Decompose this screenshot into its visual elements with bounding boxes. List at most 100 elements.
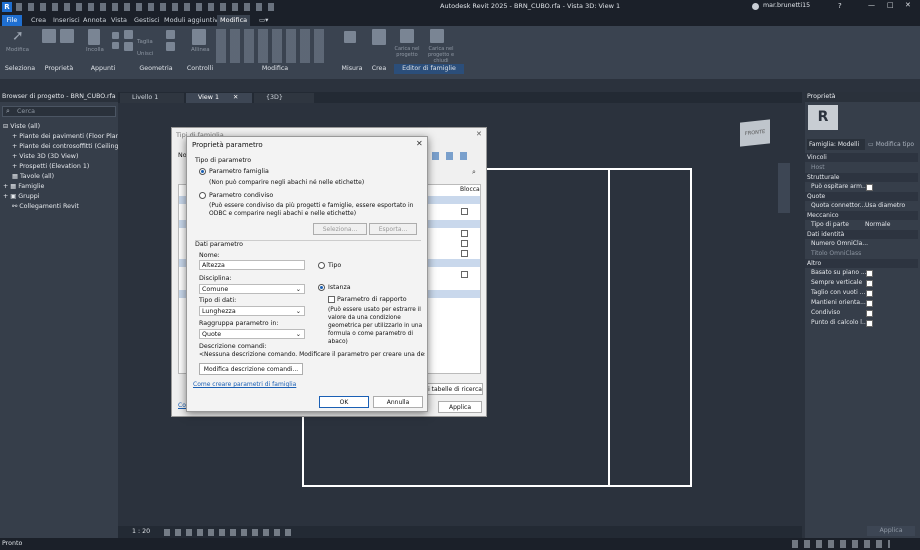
load-project-label[interactable]: Carica nel progetto: [393, 46, 421, 58]
tab-moduli[interactable]: Moduli aggiuntivi: [161, 15, 223, 26]
navigation-bar[interactable]: [778, 163, 790, 213]
close-tab-icon[interactable]: ✕: [233, 94, 238, 101]
type-properties-icon[interactable]: [60, 29, 74, 43]
row-sempre-verticale[interactable]: Sempre verticale: [805, 278, 918, 288]
tree-viste-3d[interactable]: + Viste 3D (3D View): [12, 152, 78, 162]
geometry-icon-3[interactable]: [166, 30, 175, 39]
user-icon[interactable]: [752, 3, 759, 10]
instance-radio[interactable]: [318, 284, 325, 291]
section-meccanico[interactable]: Meccanico: [805, 211, 918, 220]
ospitare-checkbox[interactable]: [866, 184, 873, 191]
tree-viste[interactable]: ⊟ Viste (all): [3, 122, 40, 132]
instance-radio-label[interactable]: Istanza: [328, 284, 351, 291]
name-input[interactable]: Altezza: [199, 260, 305, 270]
cut-icon[interactable]: [112, 32, 119, 39]
load-close-label[interactable]: Carica nel progetto e chiudi: [422, 46, 460, 64]
section-vincoli[interactable]: Vincoli: [805, 153, 918, 162]
tab-vista[interactable]: Vista: [108, 15, 130, 26]
row-basato-piano[interactable]: Basato su piano ...: [805, 268, 918, 278]
tree-collegamenti[interactable]: ⚯ Collegamenti Revit: [12, 202, 79, 212]
row-ospitare[interactable]: Può ospitare arm...: [805, 182, 918, 192]
basato-piano-checkbox[interactable]: [866, 270, 873, 277]
properties-apply-button[interactable]: Applica: [867, 526, 915, 536]
type-radio[interactable]: [318, 262, 325, 269]
properties-icon[interactable]: [42, 29, 56, 43]
mantieni-orienta-checkbox[interactable]: [866, 300, 873, 307]
minimize-icon[interactable]: —: [868, 1, 875, 9]
section-dati-identita[interactable]: Dati identità: [805, 230, 918, 239]
create-icon[interactable]: [372, 29, 386, 45]
tree-famiglie[interactable]: + ▦ Famiglie: [3, 182, 44, 192]
lock-checkbox-3[interactable]: [461, 240, 468, 247]
tab-crea[interactable]: Crea: [28, 15, 49, 26]
selection-filter-icons[interactable]: [792, 540, 890, 548]
shared-param-label[interactable]: Parametro condiviso: [209, 192, 273, 199]
tree-piante-controsoffitti[interactable]: + Piante dei controsoffitti (Ceiling Pl: [12, 142, 126, 152]
row-punto-calcolo[interactable]: Punto di calcolo l...: [805, 318, 918, 328]
row-mantieni-orienta[interactable]: Mantieni orienta...: [805, 298, 918, 308]
browser-search[interactable]: ⌕ Cerca: [2, 106, 116, 117]
load-close-icon[interactable]: [430, 29, 444, 43]
section-quote[interactable]: Quote: [805, 192, 918, 201]
sempre-verticale-checkbox[interactable]: ✓: [866, 280, 873, 287]
close-icon[interactable]: ✕: [905, 1, 911, 9]
export-button[interactable]: Esporta...: [369, 223, 417, 235]
user-name[interactable]: mar.brunetti15: [763, 2, 810, 9]
tree-tavole[interactable]: ▦ Tavole (all): [12, 172, 54, 182]
family-param-label[interactable]: Parametro famiglia: [209, 168, 269, 175]
edit-description-button[interactable]: Modifica descrizione comandi...: [199, 363, 303, 375]
tab-contextual-icon[interactable]: ▭▾: [256, 15, 271, 26]
controls-icon[interactable]: [192, 29, 206, 45]
geometry-icon-4[interactable]: [166, 42, 175, 51]
ok-button[interactable]: OK: [319, 396, 369, 408]
view-cube[interactable]: FRONTE: [740, 119, 770, 147]
tab-view-1[interactable]: View 1 ✕: [186, 93, 252, 103]
group-seleziona[interactable]: Seleziona: [2, 64, 38, 74]
copy-icon[interactable]: [112, 42, 119, 49]
family-selector[interactable]: Famiglia: Modelli: [807, 139, 865, 150]
tab-modifica[interactable]: Modifica: [217, 15, 251, 26]
discipline-select[interactable]: Comune ⌄: [199, 284, 305, 294]
tab-3d[interactable]: {3D}: [254, 93, 314, 103]
revit-logo-icon[interactable]: R: [2, 2, 12, 12]
row-condiviso[interactable]: Condiviso: [805, 308, 918, 318]
row-taglio-vuoti[interactable]: Taglio con vuoti ...: [805, 288, 918, 298]
edit-type-button[interactable]: ▭ Modifica tipo: [868, 139, 920, 150]
geometry-icon-1[interactable]: [124, 30, 133, 39]
punto-calcolo-checkbox[interactable]: [866, 320, 873, 327]
dialog-close-icon[interactable]: ✕: [416, 139, 423, 148]
type-toolbar-icons[interactable]: [432, 152, 472, 160]
tipo-parte-value[interactable]: Normale: [865, 220, 890, 230]
help-icon[interactable]: ?: [838, 2, 842, 10]
help-link[interactable]: Come creare parametri di famiglia: [193, 381, 296, 388]
tree-gruppi[interactable]: + ▣ Gruppi: [3, 192, 39, 202]
load-project-icon[interactable]: [400, 29, 414, 43]
quota-connettore-value[interactable]: Usa diametro: [865, 201, 905, 211]
scale-value[interactable]: 1 : 20: [132, 528, 150, 535]
quick-access-toolbar[interactable]: [16, 3, 276, 11]
measure-icon[interactable]: [344, 31, 356, 43]
tab-inserisci[interactable]: Inserisci: [50, 15, 83, 26]
tab-file[interactable]: File: [2, 15, 22, 26]
tab-gestisci[interactable]: Gestisci: [131, 15, 163, 26]
cancel-button[interactable]: Annulla: [373, 396, 423, 408]
type-search-icon[interactable]: ⌕: [472, 168, 476, 177]
family-types-close-icon[interactable]: ✕: [476, 130, 482, 138]
family-param-radio[interactable]: [199, 168, 206, 175]
tab-livello-1[interactable]: Livello 1: [120, 93, 184, 103]
tree-piante-pavimenti[interactable]: + Piante dei pavimenti (Floor Plan): [12, 132, 122, 142]
shared-param-radio[interactable]: [199, 192, 206, 199]
lookup-tables-button[interactable]: i tabelle di ricerca: [427, 383, 483, 395]
lock-checkbox-1[interactable]: [461, 208, 468, 215]
select-button[interactable]: Seleziona...: [313, 223, 367, 235]
datatype-select[interactable]: Lunghezza ⌄: [199, 306, 305, 316]
lock-checkbox-2[interactable]: [461, 230, 468, 237]
maximize-icon[interactable]: □: [887, 1, 894, 9]
group-select[interactable]: Quote ⌄: [199, 329, 305, 339]
modify-tools-grid[interactable]: [216, 29, 326, 63]
lock-checkbox-4[interactable]: [461, 250, 468, 257]
row-numero-omniclass[interactable]: Numero OmniCla...: [805, 239, 918, 249]
modifica-arrow-glyph[interactable]: ➚: [12, 28, 24, 44]
geometry-icon-2[interactable]: [124, 42, 133, 51]
report-label[interactable]: Parametro di rapporto: [337, 296, 407, 303]
